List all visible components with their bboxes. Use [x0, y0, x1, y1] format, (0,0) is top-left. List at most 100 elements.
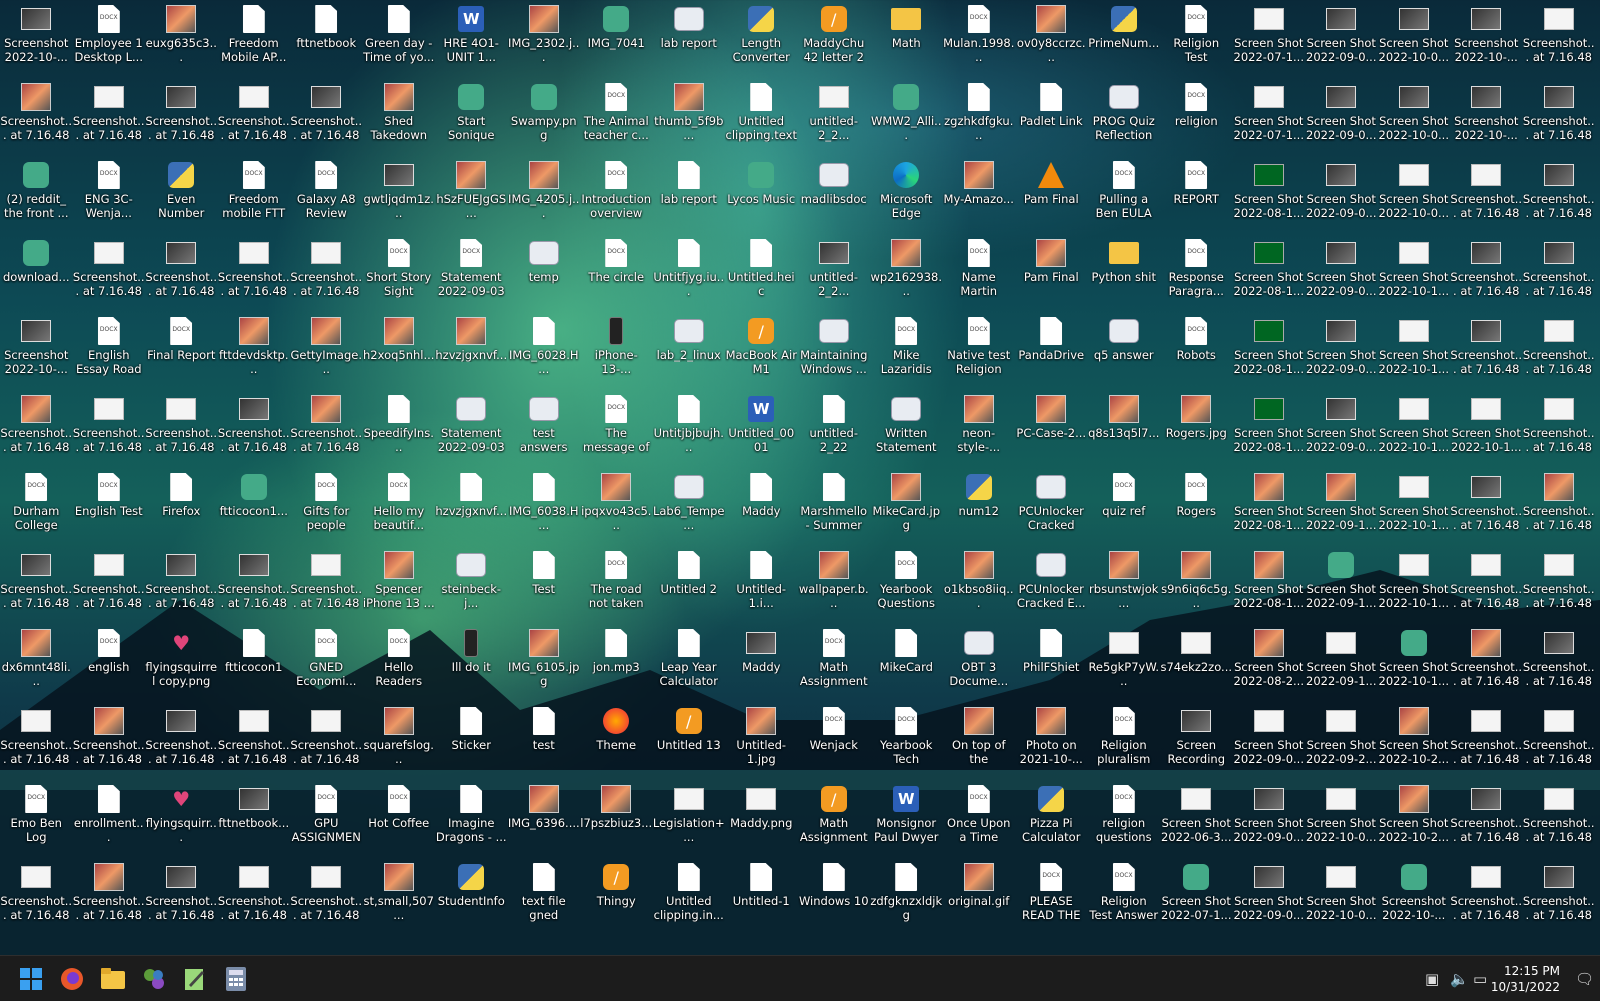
desktop-icon[interactable]: test answers — [508, 392, 581, 470]
desktop-icon[interactable]: Screenshot... at 7.16.48 P... — [1523, 860, 1596, 938]
desktop-icon[interactable]: original.gif — [943, 860, 1016, 938]
desktop-icon[interactable]: euxg635c3... — [145, 2, 218, 80]
desktop-icon[interactable]: Mike Lazaridis — [870, 314, 943, 392]
desktop-icon[interactable]: On top of the world.mp3 — [943, 704, 1016, 782]
desktop-icon[interactable]: religion questions — [1088, 782, 1161, 860]
desktop-icon[interactable]: Yearbook Questions — [870, 548, 943, 626]
desktop-icon[interactable]: Screenshot... at 7.16.48 P... — [1450, 860, 1523, 938]
notepad-button[interactable] — [178, 963, 212, 995]
desktop-icon[interactable]: Screen Shot 2022-10-1... — [1378, 236, 1451, 314]
desktop-icon[interactable]: Firefox — [145, 470, 218, 548]
desktop-icon[interactable]: Screenshot... at 7.16.48 P... — [145, 236, 218, 314]
desktop-icon[interactable]: lab report — [653, 2, 726, 80]
desktop-icon[interactable]: gwtljqdm1z... — [363, 158, 436, 236]
desktop-icon[interactable]: Screenshot... at 7.16.48 P... — [218, 392, 291, 470]
desktop-icon[interactable]: ftticocon1 — [218, 626, 291, 704]
desktop-icon[interactable]: hzvzjgxnvf... — [435, 470, 508, 548]
desktop-icon[interactable]: Sticker — [435, 704, 508, 782]
desktop-icon[interactable]: iPhone-13-... — [580, 314, 653, 392]
desktop-icon[interactable]: OBT 3 Docume... — [943, 626, 1016, 704]
desktop-icon[interactable]: ov0y8ccrzc... — [1015, 2, 1088, 80]
desktop-icon[interactable]: Screenshot... at 7.16.48 P... — [218, 236, 291, 314]
desktop-icon[interactable]: zdfgknzxldjkg — [870, 860, 943, 938]
desktop-icon[interactable]: Emo Ben Log — [0, 782, 73, 860]
desktop-icon[interactable]: Screenshot... at 7.16.48 P... — [1450, 158, 1523, 236]
desktop-icon[interactable]: Length Converter — [725, 2, 798, 80]
desktop-icon[interactable]: Screen Shot 2022-10-0... — [1378, 2, 1451, 80]
desktop-icon[interactable]: Screen Shot 2022-10-1... — [1378, 314, 1451, 392]
desktop-icon[interactable]: Screen Shot 2022-10-0... — [1378, 80, 1451, 158]
desktop-icon[interactable]: lab_2_linux — [653, 314, 726, 392]
desktop-icon[interactable]: Screen Shot 2022-09-0... — [1305, 236, 1378, 314]
desktop-icon[interactable]: Screenshot... at 7.16.48 P... — [73, 548, 146, 626]
desktop-icon[interactable]: Screenshot... at 7.16.48 P... — [1450, 548, 1523, 626]
desktop-icon[interactable]: Name Martin Luther King Jr — [943, 236, 1016, 314]
desktop-icon[interactable]: Screenshot... at 7.16.48 P... — [145, 860, 218, 938]
desktop-icon[interactable]: Short Story Sight Passa... — [363, 236, 436, 314]
desktop-icon[interactable]: Screenshot 2022-10-... — [0, 2, 73, 80]
desktop-icon[interactable]: Final Report — [145, 314, 218, 392]
desktop-icon[interactable]: madlibsdoc — [798, 158, 871, 236]
desktop-icon[interactable]: IMG_6028.H... — [508, 314, 581, 392]
desktop-icon[interactable]: Screenshot... at 7.16.48 P... — [218, 80, 291, 158]
desktop-icon[interactable]: PCUnlocker Cracked E... — [1015, 548, 1088, 626]
desktop-icon[interactable]: My-Amazo... — [943, 158, 1016, 236]
desktop-icon[interactable]: Screenshot... at 7.16.48 P... — [218, 860, 291, 938]
desktop-icon[interactable]: Leap Year Calculator ... — [653, 626, 726, 704]
desktop-icon[interactable]: Freedom Mobile AP... — [218, 2, 291, 80]
desktop-icon[interactable]: hzvzjgxnvf... — [435, 314, 508, 392]
desktop-icon[interactable]: The Animal teacher c... — [580, 80, 653, 158]
desktop-icon[interactable]: Screenshot... at 7.16.48 P... — [1523, 704, 1596, 782]
desktop-icon[interactable]: StudentInfo — [435, 860, 508, 938]
desktop-icon[interactable]: Galaxy A8 Review — [290, 158, 363, 236]
desktop-icon[interactable]: enrollment... — [73, 782, 146, 860]
battery-icon[interactable]: ▭ — [1473, 970, 1487, 988]
desktop-icon[interactable]: Screenshot... at 7.16.48 P... — [1450, 626, 1523, 704]
desktop-icon[interactable]: s9n6iq6c5g... — [1160, 548, 1233, 626]
desktop-icon[interactable]: Hot Coffee — [363, 782, 436, 860]
desktop-icon[interactable]: Screenshot... at 7.16.48 P... — [290, 236, 363, 314]
desktop-icon[interactable]: Yearbook Tech Busine... — [870, 704, 943, 782]
desktop-icon[interactable]: Lycos Music — [725, 158, 798, 236]
desktop-icon[interactable]: Screen Shot 2022-09-1... — [1305, 470, 1378, 548]
desktop-icon[interactable]: Screenshot... at 7.16.48 P... — [290, 704, 363, 782]
desktop-icon[interactable]: Maddy — [725, 626, 798, 704]
desktop-icon[interactable]: REPORT — [1160, 158, 1233, 236]
desktop-icon[interactable]: IMG_6105.jpg — [508, 626, 581, 704]
desktop-icon[interactable]: IMG_6396.... — [508, 782, 581, 860]
desktop-icon[interactable]: Screenshot... at 7.16.48 P... — [1450, 236, 1523, 314]
desktop-icon[interactable]: Screenshot... at 7.16.48 P... — [1523, 2, 1596, 80]
desktop-icon[interactable]: Screen Shot 2022-10-1... — [1450, 392, 1523, 470]
desktop-icon[interactable]: st,small,507... — [363, 860, 436, 938]
volume-icon[interactable]: 🔈 — [1450, 970, 1469, 988]
desktop-icon[interactable]: Screen Shot 2022-10-0... — [1378, 158, 1451, 236]
desktop-icon[interactable]: Screenshot 2022-10-... — [1450, 80, 1523, 158]
desktop-icon[interactable]: Screenshot... at 7.16.48 P... — [145, 392, 218, 470]
desktop-icon[interactable]: Screenshot... at 7.16.48 P... — [73, 860, 146, 938]
desktop-icon[interactable]: s74ekz2zo... — [1160, 626, 1233, 704]
desktop-icon[interactable]: / Untitled 13 — [653, 704, 726, 782]
desktop-icon[interactable]: Spencer iPhone 13 ... — [363, 548, 436, 626]
desktop-icon[interactable]: Untitfjyg.iu... — [653, 236, 726, 314]
desktop-icon[interactable]: Padlet Link — [1015, 80, 1088, 158]
desktop-icon[interactable]: Screen Shot 2022-10-1... — [1378, 470, 1451, 548]
desktop-icon[interactable]: Untitjbjbujh... — [653, 392, 726, 470]
desktop-icon[interactable]: l7pszbiuz3... — [580, 782, 653, 860]
desktop-icon[interactable]: o1kbso8iiq... — [943, 548, 1016, 626]
desktop-icon[interactable]: Rogers.jpg — [1160, 392, 1233, 470]
desktop-icon[interactable]: Screenshot... at 7.16.48 P... — [73, 392, 146, 470]
desktop-icon[interactable]: Employee 1 Desktop L... — [73, 2, 146, 80]
desktop-icon[interactable]: quiz ref — [1088, 470, 1161, 548]
desktop-icon[interactable]: test — [508, 704, 581, 782]
desktop-icon[interactable]: PhilFShiet — [1015, 626, 1088, 704]
desktop-icon[interactable]: ♥ flyingsquirr... — [145, 782, 218, 860]
desktop-icon[interactable]: Screenshot... at 7.16.48 P... — [0, 860, 73, 938]
desktop-icon[interactable]: Screen Shot 2022-10-1... — [1378, 548, 1451, 626]
desktop-icon[interactable]: Gifts for people — [290, 470, 363, 548]
desktop-icon[interactable]: lab report — [653, 158, 726, 236]
desktop-icon[interactable]: Screen Shot 2022-09-1... — [1305, 626, 1378, 704]
desktop-icon[interactable]: Screen Shot 2022-08-1... — [1233, 392, 1306, 470]
desktop-icon[interactable]: dx6mnt48li... — [0, 626, 73, 704]
desktop-icon[interactable]: WMW2_Alli... — [870, 80, 943, 158]
desktop-icon[interactable]: Response Paragra... — [1160, 236, 1233, 314]
